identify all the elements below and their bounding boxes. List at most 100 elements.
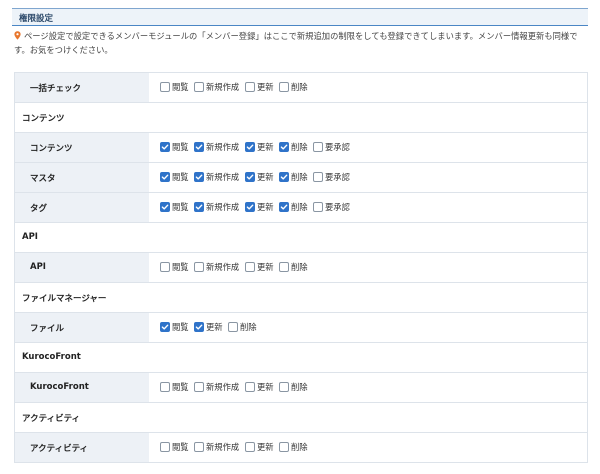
section-header: 権限設定 [12, 8, 588, 26]
checkbox-checked[interactable] [160, 202, 170, 212]
view-checkbox-label: 閲覧 [172, 142, 189, 152]
new-checkbox-label: 新規作成 [206, 262, 240, 272]
section-row: API [14, 223, 588, 253]
checkbox-unchecked[interactable] [245, 442, 255, 452]
section-title: 権限設定 [19, 14, 54, 24]
delete-checkbox-label: 削除 [291, 142, 308, 152]
permission-table: 一括チェック 閲覧 新規作成 更新 削除 コンテンツ コンテンツ 閲覧 新規作成 更新 削除 要承認マ… [14, 72, 588, 463]
map-pin-icon [14, 31, 21, 44]
permission-row: API 閲覧 新規作成 更新 削除 [14, 253, 588, 283]
view-checkbox-label: 閲覧 [172, 202, 189, 212]
checkbox-unchecked[interactable] [313, 142, 323, 152]
permission-row-label: KurocoFront [15, 373, 149, 402]
checkbox-checked[interactable] [245, 172, 255, 182]
checkbox-unchecked[interactable] [279, 382, 289, 392]
update-checkbox-label: 更新 [257, 172, 274, 182]
checkbox-checked[interactable] [160, 322, 170, 332]
section-row: KurocoFront [14, 343, 588, 373]
approve-checkbox-label: 要承認 [325, 172, 350, 182]
section-row: アクティビティ [14, 403, 588, 433]
new-checkbox-label: 新規作成 [206, 442, 240, 452]
view-checkbox-label: 閲覧 [172, 322, 189, 332]
checkbox-unchecked[interactable] [279, 82, 289, 92]
checkbox-unchecked[interactable] [313, 202, 323, 212]
new-checkbox-label: 新規作成 [206, 382, 240, 392]
checkbox-unchecked[interactable] [160, 382, 170, 392]
update-checkbox-label: 更新 [257, 142, 274, 152]
permission-name: コンテンツ [30, 144, 73, 154]
checkbox-checked[interactable] [279, 142, 289, 152]
checkbox-unchecked[interactable] [279, 442, 289, 452]
update-checkbox-label: 更新 [257, 202, 274, 212]
permission-row-label: マスタ [15, 163, 149, 192]
permission-name: ファイル [30, 324, 65, 334]
view-checkbox-label: 閲覧 [172, 442, 189, 452]
checkbox-checked[interactable] [245, 202, 255, 212]
checkbox-checked[interactable] [194, 202, 204, 212]
new-checkbox-label: 新規作成 [206, 202, 240, 212]
checkbox-checked[interactable] [245, 142, 255, 152]
permission-row: コンテンツ 閲覧 新規作成 更新 削除 要承認 [14, 133, 588, 163]
checkbox-unchecked[interactable] [228, 322, 238, 332]
permission-row: タグ 閲覧 新規作成 更新 削除 要承認 [14, 193, 588, 223]
permission-row-label: ファイル [15, 313, 149, 342]
view-checkbox-label: 閲覧 [172, 262, 189, 272]
notice-text: ページ設定で設定できるメンバーモジュールの「メンバー登録」はここで新規追加の制限… [14, 30, 588, 57]
checkbox-unchecked[interactable] [160, 262, 170, 272]
section-row-title: KurocoFront [22, 352, 81, 362]
update-checkbox-label: 更新 [257, 262, 274, 272]
delete-checkbox-label: 削除 [291, 202, 308, 212]
permission-row: 一括チェック 閲覧 新規作成 更新 削除 [14, 73, 588, 103]
section-row-title: アクティビティ [22, 414, 81, 424]
checkbox-unchecked[interactable] [194, 262, 204, 272]
view-checkbox-label: 閲覧 [172, 82, 189, 92]
section-row: コンテンツ [14, 103, 588, 133]
checkbox-checked[interactable] [160, 172, 170, 182]
new-checkbox-label: 新規作成 [206, 172, 240, 182]
permission-row: アクティビティ 閲覧 新規作成 更新 削除 [14, 433, 588, 463]
new-checkbox-label: 新規作成 [206, 82, 240, 92]
checkbox-checked[interactable] [194, 172, 204, 182]
permission-row-label: タグ [15, 193, 149, 222]
permission-row: KurocoFront 閲覧 新規作成 更新 削除 [14, 373, 588, 403]
update-checkbox-label: 更新 [206, 322, 223, 332]
checkbox-unchecked[interactable] [194, 382, 204, 392]
delete-checkbox-label: 削除 [291, 172, 308, 182]
checkbox-unchecked[interactable] [245, 382, 255, 392]
permission-name: 一括チェック [30, 84, 82, 94]
checkbox-unchecked[interactable] [313, 172, 323, 182]
permission-row-label: コンテンツ [15, 133, 149, 162]
delete-checkbox-label: 削除 [291, 262, 308, 272]
checkbox-checked[interactable] [194, 322, 204, 332]
section-row-title: ファイルマネージャー [22, 294, 107, 304]
checkbox-unchecked[interactable] [279, 262, 289, 272]
permission-name: タグ [30, 204, 48, 214]
approve-checkbox-label: 要承認 [325, 202, 350, 212]
checkbox-checked[interactable] [279, 172, 289, 182]
section-row-title: コンテンツ [22, 114, 65, 124]
approve-checkbox-label: 要承認 [325, 142, 350, 152]
checkbox-unchecked[interactable] [160, 442, 170, 452]
permission-row-label: アクティビティ [15, 433, 149, 462]
checkbox-checked[interactable] [279, 202, 289, 212]
permission-name: KurocoFront [30, 382, 89, 392]
permission-name: マスタ [30, 174, 56, 184]
update-checkbox-label: 更新 [257, 382, 274, 392]
checkbox-checked[interactable] [160, 142, 170, 152]
notice-message: ページ設定で設定できるメンバーモジュールの「メンバー登録」はここで新規追加の制限… [14, 31, 578, 55]
delete-checkbox-label: 削除 [240, 322, 257, 332]
permission-name: アクティビティ [30, 444, 89, 454]
section-row-title: API [22, 232, 38, 242]
checkbox-unchecked[interactable] [245, 82, 255, 92]
checkbox-unchecked[interactable] [194, 82, 204, 92]
permission-row-label: API [15, 253, 149, 282]
checkbox-unchecked[interactable] [160, 82, 170, 92]
checkbox-unchecked[interactable] [194, 442, 204, 452]
delete-checkbox-label: 削除 [291, 442, 308, 452]
delete-checkbox-label: 削除 [291, 82, 308, 92]
permission-row: ファイル 閲覧 更新 削除 [14, 313, 588, 343]
checkbox-checked[interactable] [194, 142, 204, 152]
checkbox-unchecked[interactable] [245, 262, 255, 272]
update-checkbox-label: 更新 [257, 442, 274, 452]
new-checkbox-label: 新規作成 [206, 142, 240, 152]
